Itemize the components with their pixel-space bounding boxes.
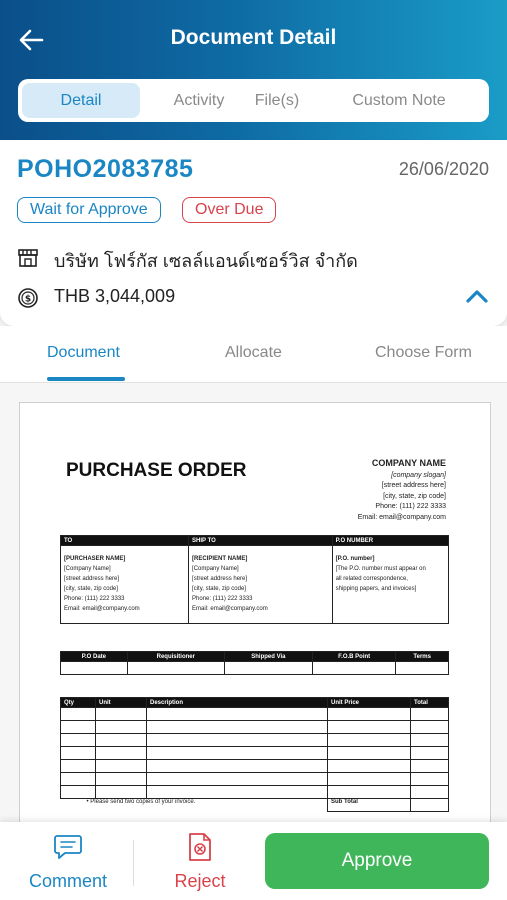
ship-line: [Company Name] [192,566,239,572]
po-line: [P.O. number] [335,556,375,562]
order-info-table: P.O Date Requisitioner Shipped Via F.O.B… [60,651,449,675]
ship-line: [RECIPIENT NAME] [192,556,248,562]
items-table: Qty Unit Description Unit Price Total • … [60,697,449,812]
action-bar: Comment Reject Approve [0,822,507,900]
document-date: 26/06/2020 [398,159,489,179]
action-divider [133,840,134,886]
app-header: Document Detail Detail Activity File(s) … [0,0,507,140]
item-header: Qty [60,697,96,708]
item-header: Total [410,697,449,708]
tab-files[interactable]: File(s) [232,83,322,118]
po-line: all related correspondence, [335,576,408,582]
col-to: TO [59,535,190,546]
status-badge-wait: Wait for Approve [17,197,161,223]
reject-label: Reject [174,871,226,891]
to-line: [city, state, zip code] [64,586,118,592]
item-header: Description [146,697,328,708]
company-address-1: [street address here] [381,482,446,489]
subtab-choose-form[interactable]: Choose Form [375,344,472,362]
tab-custom-note[interactable]: Custom Note [334,83,464,118]
svg-text:$: $ [25,295,31,305]
company-email: Email: email@company.com [357,513,446,521]
ship-line: [street address here] [192,576,248,582]
info-header: F.O.B Point [311,651,397,662]
comment-button[interactable]: Comment [22,832,114,892]
money-icon: $ [18,288,38,308]
subtotal-label: Sub Total [327,798,411,812]
chevron-up-icon[interactable] [465,288,489,304]
to-line: Email: email@company.com [64,606,140,612]
to-line: [Company Name] [64,566,111,572]
tab-bar: Detail Activity File(s) Custom Note [18,79,489,122]
address-table: TO SHIP TO P.O NUMBER [PURCHASER NAME] [… [59,535,450,624]
po-title: PURCHASE ORDER [66,460,247,481]
po-line: shipping papers, and invoices] [335,586,417,592]
subtab-document[interactable]: Document [47,344,120,362]
status-badge-overdue: Over Due [182,197,277,223]
to-line: [PURCHASER NAME] [64,556,126,562]
col-ship-to: SHIP TO [188,535,333,546]
item-header: Unit [95,697,147,708]
info-header: Requisitioner [126,651,225,662]
to-line: [street address here] [64,576,120,582]
comment-label: Comment [28,871,108,891]
document-number: POHO2083785 [17,155,194,183]
info-header: Terms [395,651,449,662]
ship-line: Email: email@company.com [192,606,268,612]
document-subtabs: Document Allocate Choose Form [0,326,507,383]
subtab-allocate[interactable]: Allocate [225,344,282,362]
po-line: [The P.O. number must appear on [335,566,426,572]
reject-document-icon [189,833,211,861]
to-line: Phone: (111) 222 3333 [64,596,125,602]
store-icon [18,249,38,267]
document-preview-area[interactable]: PURCHASE ORDER COMPANY NAME [company slo… [0,383,507,844]
reject-button[interactable]: Reject [160,832,240,892]
item-header: Unit Price [327,697,411,708]
company-address-2: [city, state, zip code] [383,492,446,500]
document-page: PURCHASE ORDER COMPANY NAME [company slo… [19,402,491,844]
comment-icon [54,835,82,859]
info-header: Shipped Via [223,651,313,662]
active-subtab-indicator [47,377,125,381]
invoice-note: Please send two copies of your invoice. [90,799,196,805]
approve-button[interactable]: Approve [265,833,489,889]
col-po-number: P.O NUMBER [331,535,450,546]
company-slogan: [company slogan] [391,471,446,479]
info-header: P.O Date [60,651,128,662]
company-name-heading: COMPANY NAME [371,458,446,468]
ship-line: [city, state, zip code] [192,586,246,592]
company-name: บริษัท โฟร์กัส เซลล์แอนด์เซอร์วิส จำกัด [54,251,358,271]
page-title: Document Detail [170,26,337,49]
tab-detail[interactable]: Detail [22,83,140,118]
company-block: COMPANY NAME [company slogan] [street ad… [358,458,446,523]
amount-value: THB 3,044,009 [54,286,176,306]
ship-line: Phone: (111) 222 3333 [192,596,253,602]
company-phone: Phone: (111) 222 3333 [375,503,446,510]
